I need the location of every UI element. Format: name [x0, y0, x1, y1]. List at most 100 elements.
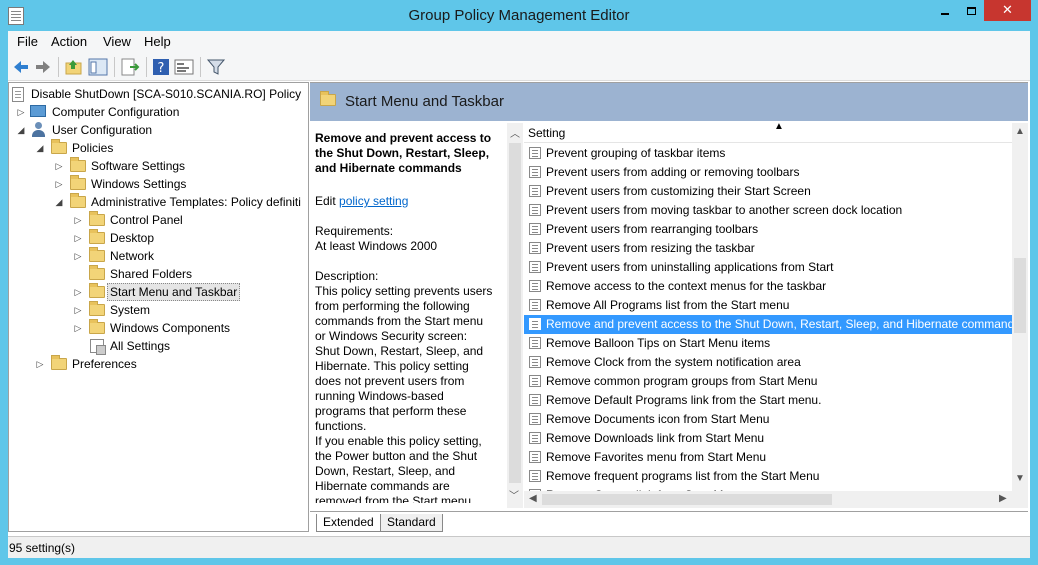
scroll-right-icon[interactable]: ▶: [999, 493, 1007, 504]
policy-setting-icon: [529, 394, 541, 406]
expand-icon[interactable]: ▷: [73, 229, 83, 247]
menu-action[interactable]: Action: [51, 34, 87, 49]
setting-row[interactable]: Prevent users from uninstalling applicat…: [524, 258, 1012, 277]
maximize-button[interactable]: [958, 0, 984, 21]
tree-item-system[interactable]: ▷ System: [9, 301, 308, 319]
setting-label: Remove frequent programs list from the S…: [546, 469, 820, 483]
setting-label: Remove Balloon Tips on Start Menu items: [546, 336, 771, 350]
setting-row[interactable]: Remove Default Programs link from the St…: [524, 391, 1012, 410]
back-icon[interactable]: [11, 57, 31, 77]
setting-row[interactable]: Prevent users from adding or removing to…: [524, 163, 1012, 182]
tree-item-desktop[interactable]: ▷ Desktop: [9, 229, 308, 247]
tree-item-preferences[interactable]: ▷ Preferences: [9, 355, 308, 373]
tree-item-windows-settings[interactable]: ▷ Windows Settings: [9, 175, 308, 193]
collapse-icon[interactable]: ◢: [54, 193, 64, 211]
collapse-icon[interactable]: ◢: [16, 121, 26, 139]
tree-item-administrative-templates[interactable]: ◢ Administrative Templates: Policy defin…: [9, 193, 308, 211]
tree-item-label: Policies: [72, 141, 114, 155]
setting-label: Remove All Programs list from the Start …: [546, 298, 790, 312]
menu-help[interactable]: Help: [144, 34, 171, 49]
edit-line: Edit policy setting: [315, 194, 408, 208]
close-button[interactable]: ✕: [984, 0, 1031, 21]
tree-item-windows-components[interactable]: ▷ Windows Components: [9, 319, 308, 337]
setting-label: Remove and prevent access to the Shut Do…: [546, 317, 1012, 331]
expand-icon[interactable]: ▷: [54, 175, 64, 193]
scroll-up-icon[interactable]: ▲: [1015, 126, 1025, 137]
expand-icon[interactable]: ▷: [54, 157, 64, 175]
setting-label: Prevent users from adding or removing to…: [546, 165, 800, 179]
setting-label: Prevent users from resizing the taskbar: [546, 241, 755, 255]
scroll-thumb[interactable]: [542, 494, 832, 505]
collapse-icon[interactable]: ◢: [35, 139, 45, 157]
menu-view[interactable]: View: [103, 34, 131, 49]
tab-standard[interactable]: Standard: [380, 514, 443, 532]
folder-icon: [89, 319, 105, 334]
title-bar[interactable]: Group Policy Management Editor ✕: [0, 0, 1038, 31]
setting-row[interactable]: Remove access to the context menus for t…: [524, 277, 1012, 296]
help-icon[interactable]: ?: [151, 57, 171, 77]
policy-setting-link[interactable]: policy setting: [339, 194, 408, 208]
expand-icon[interactable]: ▷: [73, 319, 83, 337]
tree-item-control-panel[interactable]: ▷ Control Panel: [9, 211, 308, 229]
setting-row[interactable]: Prevent users from customizing their Sta…: [524, 182, 1012, 201]
setting-row[interactable]: Prevent grouping of taskbar items: [524, 144, 1012, 163]
menu-file[interactable]: File: [17, 34, 38, 49]
policy-icon: [12, 87, 24, 102]
expand-icon[interactable]: ▷: [73, 211, 83, 229]
tree-item-shared-folders[interactable]: Shared Folders: [9, 265, 308, 283]
minimize-button[interactable]: [932, 0, 958, 21]
tree-item-start-menu-and-taskbar[interactable]: ▷ Start Menu and Taskbar: [9, 283, 308, 301]
setting-row[interactable]: Prevent users from moving taskbar to ano…: [524, 201, 1012, 220]
settings-vertical-scrollbar[interactable]: ▲ ▼: [1012, 123, 1028, 508]
tree-item-gpo[interactable]: Disable ShutDown [SCA-S010.SCANIA.RO] Po…: [9, 85, 308, 103]
extended-view-header: Start Menu and Taskbar: [310, 83, 1028, 121]
tree-item-all-settings[interactable]: All Settings: [9, 337, 308, 355]
tree-item-label: Disable ShutDown [SCA-S010.SCANIA.RO] Po…: [31, 87, 302, 101]
tree-item-label: Network: [110, 249, 155, 263]
policy-setting-icon: [529, 147, 541, 159]
tree-item-network[interactable]: ▷ Network: [9, 247, 308, 265]
setting-row[interactable]: Remove and prevent access to the Shut Do…: [524, 315, 1012, 334]
show-hide-tree-icon[interactable]: [88, 57, 108, 77]
tree-item-user-configuration[interactable]: ◢ User Configuration: [9, 121, 308, 139]
policy-setting-icon: [529, 223, 541, 235]
export-list-icon[interactable]: [120, 57, 140, 77]
settings-horizontal-scrollbar[interactable]: ◀ ▶: [524, 491, 1012, 508]
setting-row[interactable]: Remove common program groups from Start …: [524, 372, 1012, 391]
folder-icon: [70, 193, 86, 208]
scroll-thumb[interactable]: [1014, 258, 1026, 333]
setting-row[interactable]: Remove All Programs list from the Start …: [524, 296, 1012, 315]
setting-row[interactable]: Remove Balloon Tips on Start Menu items: [524, 334, 1012, 353]
setting-row[interactable]: Remove Documents icon from Start Menu: [524, 410, 1012, 429]
expand-icon[interactable]: ▷: [73, 247, 83, 265]
requirements-value: At least Windows 2000: [315, 239, 438, 253]
setting-row[interactable]: Prevent users from rearranging toolbars: [524, 220, 1012, 239]
scroll-up-icon[interactable]: ︿: [510, 125, 520, 140]
scroll-down-icon[interactable]: ▼: [1015, 473, 1025, 484]
setting-row[interactable]: Prevent users from resizing the taskbar: [524, 239, 1012, 258]
scroll-down-icon[interactable]: ﹀: [509, 487, 519, 502]
setting-row[interactable]: Remove Clock from the system notificatio…: [524, 353, 1012, 372]
tree-item-label: Computer Configuration: [52, 105, 180, 119]
scroll-left-icon[interactable]: ◀: [529, 493, 537, 504]
forward-icon[interactable]: [33, 57, 53, 77]
expand-icon[interactable]: ▷: [73, 301, 83, 319]
up-folder-icon[interactable]: [64, 57, 84, 77]
tree-item-policies[interactable]: ◢ Policies: [9, 139, 308, 157]
description-scrollbar[interactable]: ︿ ﹀: [507, 123, 523, 508]
properties-icon[interactable]: [174, 57, 194, 77]
tree-item-computer-configuration[interactable]: ▷ Computer Configuration: [9, 103, 308, 121]
setting-row[interactable]: Remove Favorites menu from Start Menu: [524, 448, 1012, 467]
filter-icon[interactable]: [206, 57, 226, 77]
setting-row[interactable]: Remove frequent programs list from the S…: [524, 467, 1012, 486]
tab-extended[interactable]: Extended: [316, 514, 381, 532]
expand-icon[interactable]: ▷: [73, 283, 83, 301]
tree-item-software-settings[interactable]: ▷ Software Settings: [9, 157, 308, 175]
column-header-setting[interactable]: Setting ▲: [524, 121, 1012, 143]
expand-icon[interactable]: ▷: [35, 355, 45, 373]
setting-row[interactable]: Remove Downloads link from Start Menu: [524, 429, 1012, 448]
tree-item-label: Control Panel: [110, 213, 183, 227]
scroll-thumb[interactable]: [509, 143, 521, 483]
expand-icon[interactable]: ▷: [16, 103, 26, 121]
settings-count: 95 setting(s): [9, 541, 76, 555]
